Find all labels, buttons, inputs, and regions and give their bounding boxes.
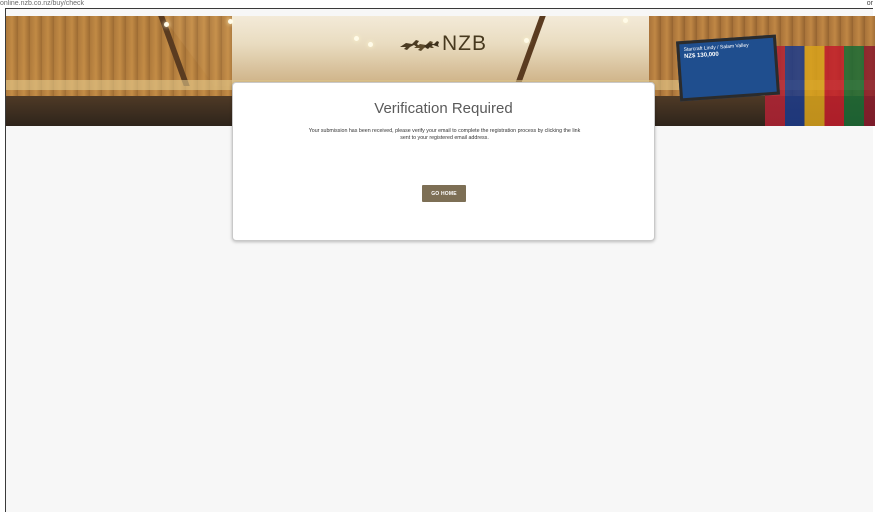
horses-icon: [400, 40, 439, 51]
banner-flags: [765, 46, 875, 126]
ceiling-light-icon: [164, 22, 169, 27]
ceiling-light-icon: [228, 19, 233, 24]
go-home-button[interactable]: GO HOME: [422, 185, 466, 202]
ceiling-light-icon: [623, 18, 628, 23]
ceiling-light-icon: [524, 38, 529, 43]
url-bar-corner-text: or: [866, 0, 873, 7]
verification-card: Verification Required Your submission ha…: [232, 82, 655, 241]
verification-message: Your submission has been received, pleas…: [308, 128, 581, 141]
page-title: Verification Required: [374, 100, 513, 117]
logo-text: NZB: [442, 32, 487, 55]
url-text: online.nzb.co.nz/buy/check: [0, 0, 85, 7]
nzb-logo[interactable]: NZB: [398, 32, 487, 55]
ceiling-light-icon: [354, 36, 359, 41]
auction-board: Starcraft Lindy / Salam Valley NZ$ 130,0…: [676, 34, 780, 102]
ceiling-light-icon: [368, 42, 373, 47]
